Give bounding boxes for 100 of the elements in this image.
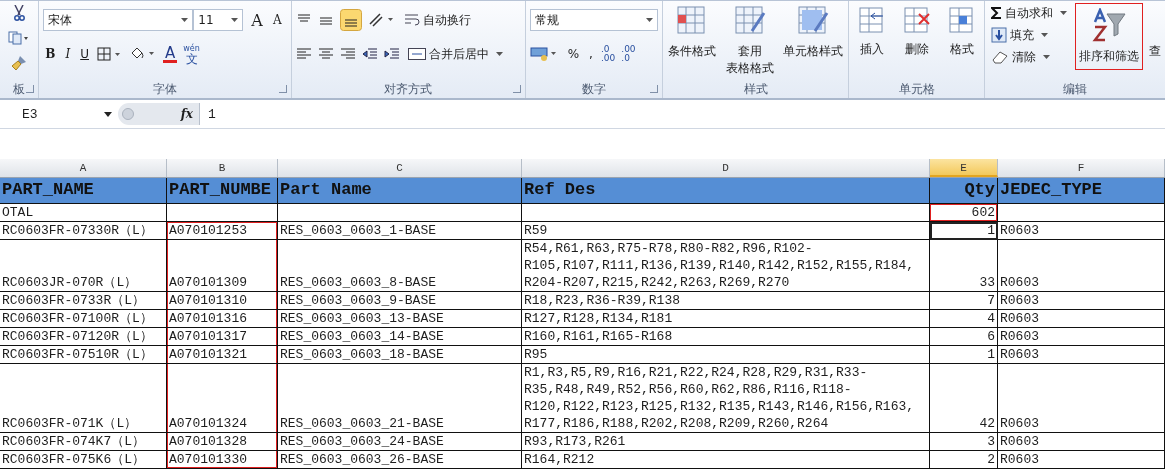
sort-filter-button[interactable]: 排序和筛选 <box>1075 3 1143 70</box>
column-header[interactable]: E <box>930 159 998 177</box>
table-cell: RES_0603_0603_24-BASE <box>278 433 522 451</box>
shrink-font-button[interactable]: A <box>270 13 284 27</box>
table-cell: 42 <box>930 364 998 433</box>
ribbon-button[interactable]: 单元格样式 <box>783 5 844 80</box>
table-cell: 7 <box>930 292 998 310</box>
table-cell: 1 <box>930 222 998 240</box>
sigma-icon <box>991 7 1002 19</box>
percent-button[interactable]: % <box>565 47 582 61</box>
caret-icon <box>1041 33 1048 37</box>
table-cell: A070101253 <box>167 222 278 240</box>
table-cell: R164,R212 <box>522 451 930 469</box>
splitter-handle[interactable] <box>122 108 134 120</box>
dialog-launcher-icon[interactable] <box>26 85 35 93</box>
table-cell: 602 <box>930 204 998 222</box>
decrease-decimal-button[interactable]: .00 .0 <box>621 45 636 63</box>
align-center-icon[interactable] <box>317 47 334 61</box>
merge-center-button[interactable]: 合并后居中 <box>405 45 505 63</box>
table-cell: R0603 <box>998 240 1165 292</box>
table-cell: R54,R61,R63,R75-R78,R80-R82,R96,R102- R105,R107,R111,R136,R139,R140,R142,R152,R155,R184, R204-R207,R215,R242,R263,R269,R270 <box>522 240 930 292</box>
table-cell: JEDEC_TYPE <box>998 178 1165 204</box>
column-header[interactable]: A <box>0 159 167 177</box>
underline-button[interactable]: U <box>78 47 91 61</box>
copy-icon[interactable] <box>8 31 31 45</box>
table-cell: Ref Des <box>522 178 930 204</box>
table-cell: A070101317 <box>167 328 278 346</box>
align-left-icon[interactable] <box>295 47 312 61</box>
wrap-text-button[interactable]: 自动换行 <box>401 11 473 29</box>
find-button[interactable]: 查 <box>1149 43 1161 60</box>
table-cell: RC0603FR-075K6（L） <box>0 451 167 469</box>
table-cell: RC0603FR-071K（L） <box>0 364 167 433</box>
table-cell: RES_0603_0603_13-BASE <box>278 310 522 328</box>
italic-button[interactable]: I <box>63 47 73 61</box>
table-cell: RES_0603_0603_8-BASE <box>278 240 522 292</box>
table-cell: RC0603FR-0733R（L） <box>0 292 167 310</box>
group-label: 单元格 <box>898 80 935 98</box>
font-size-dropdown[interactable]: 11 <box>193 9 244 31</box>
phonetic-guide-button[interactable]: wén 文 <box>183 43 200 65</box>
column-header[interactable]: F <box>998 159 1165 177</box>
ribbon-button[interactable]: 删除 <box>901 5 932 80</box>
caret-icon <box>495 52 503 56</box>
table-cell: 2 <box>930 451 998 469</box>
bold-button[interactable]: B <box>43 47 58 61</box>
group-label: 字体 <box>153 80 178 98</box>
caret-icon <box>181 18 189 22</box>
ribbon-button[interactable]: 条件格式 <box>667 5 716 80</box>
increase-decimal-button[interactable]: .0 .00 <box>600 45 616 63</box>
caret-icon <box>1043 55 1050 59</box>
formula-input[interactable]: 1 <box>200 106 216 122</box>
borders-icon[interactable] <box>97 47 123 61</box>
clear-button[interactable]: 清除 <box>989 47 1069 67</box>
name-box[interactable]: E3 <box>0 104 118 124</box>
insert-function-button[interactable]: fx <box>180 107 193 121</box>
group-label: 对齐方式 <box>384 80 433 98</box>
brush-icon[interactable] <box>11 55 28 71</box>
table-cell: R1,R3,R5,R9,R16,R21,R22,R24,R28,R29,R31,R33- R35,R48,R49,R52,R56,R60,R62,R86,R116,R118- R120,R122,R123,R125,R132,R135,R143,R146,R156,R163, R177,R186,R188,R202,R208,R209,R260,R264 <box>522 364 930 433</box>
caret-icon <box>104 111 112 117</box>
scissors-icon[interactable] <box>12 5 27 21</box>
ribbon-button[interactable]: 格式 <box>946 5 977 80</box>
table-cell: R0603 <box>998 328 1165 346</box>
table-cell: A070101316 <box>167 310 278 328</box>
increase-indent-icon[interactable] <box>383 47 400 61</box>
number-format-dropdown[interactable]: 常规 <box>529 9 658 31</box>
table-cell: RES_0603_0603_21-BASE <box>278 364 522 433</box>
table-cell: R18,R23,R36-R39,R138 <box>522 292 930 310</box>
font-name-dropdown[interactable]: 宋体 <box>43 9 194 31</box>
group-label: 编辑 <box>1063 80 1087 98</box>
table-cell: OTAL <box>0 204 167 222</box>
table-style-icon <box>733 5 766 37</box>
font-color-button[interactable]: A <box>163 45 178 63</box>
dialog-launcher-icon[interactable] <box>512 85 521 93</box>
column-header[interactable]: C <box>278 159 522 177</box>
table-cell: R0603 <box>998 222 1165 240</box>
table-cell: R0603 <box>998 292 1165 310</box>
table-cell: RES_0603_0603_18-BASE <box>278 346 522 364</box>
table-cell: 6 <box>930 328 998 346</box>
fill-button[interactable]: 填充 <box>989 25 1069 45</box>
ribbon-button[interactable]: 插入 <box>856 5 887 80</box>
table-cell: A070101328 <box>167 433 278 451</box>
decrease-indent-icon[interactable] <box>361 47 378 61</box>
dialog-launcher-icon[interactable] <box>649 85 658 93</box>
table-style-icon <box>675 5 708 37</box>
dialog-launcher-icon[interactable] <box>278 85 287 93</box>
ribbon-button[interactable]: 套用 表格格式 <box>725 5 774 80</box>
table-cell: RC0603JR-070R（L） <box>0 240 167 292</box>
cell-grid-icon <box>901 5 932 35</box>
grow-font-button[interactable]: A <box>249 10 265 30</box>
align-bottom-icon[interactable] <box>339 9 362 31</box>
table-cell: R127,R128,R134,R181 <box>522 310 930 328</box>
autosum-button[interactable]: 自动求和 <box>989 3 1069 23</box>
merge-cells-icon <box>407 48 426 60</box>
text-orientation-icon[interactable] <box>367 12 396 28</box>
table-cell: 4 <box>930 310 998 328</box>
align-right-icon[interactable] <box>339 47 356 61</box>
comma-button[interactable]: , <box>587 47 595 61</box>
table-cell: 3 <box>930 433 998 451</box>
table-cell: RC0603FR-07510R（L） <box>0 346 167 364</box>
column-header[interactable]: B <box>167 159 278 177</box>
caret-icon <box>1060 11 1067 15</box>
